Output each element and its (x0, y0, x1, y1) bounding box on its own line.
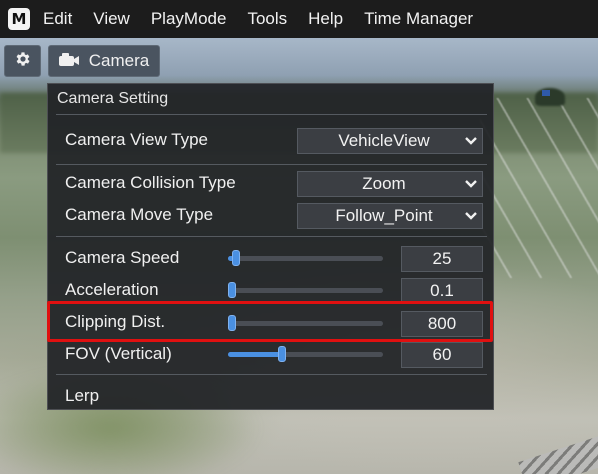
slider-handle[interactable] (228, 282, 236, 298)
panel-title: Camera Setting (57, 90, 169, 107)
viewport-tree (535, 88, 565, 106)
fov-vertical-input[interactable]: 60 (401, 342, 483, 368)
chevron-down-icon (460, 212, 482, 220)
gear-icon (14, 50, 32, 72)
camera-setting-panel: Camera Setting Camera View Type VehicleV… (47, 83, 494, 410)
camera-speed-input[interactable]: 25 (401, 246, 483, 272)
camera-speed-label: Camera Speed (65, 248, 180, 267)
slider-handle[interactable] (278, 346, 286, 362)
camera-button-label: Camera (88, 51, 150, 70)
camera-collision-type-label: Camera Collision Type (65, 173, 236, 192)
divider (56, 374, 487, 375)
camera-button[interactable]: Camera (48, 45, 160, 77)
camera-speed-slider[interactable] (228, 250, 383, 266)
viewport-guard-rail (518, 425, 598, 474)
divider (56, 114, 487, 115)
camera-collision-type-dropdown[interactable]: Zoom (297, 171, 483, 197)
app-logo[interactable]: M (8, 8, 30, 30)
fov-vertical-slider[interactable] (228, 346, 383, 362)
camera-icon (58, 51, 79, 71)
menu-edit[interactable]: Edit (43, 9, 72, 29)
acceleration-label: Acceleration (65, 280, 159, 299)
fov-vertical-label: FOV (Vertical) (65, 344, 172, 363)
slider-fill (228, 352, 282, 357)
menu-bar: M Edit View PlayMode Tools Help Time Man… (0, 0, 598, 38)
menu-help[interactable]: Help (308, 9, 343, 29)
camera-move-type-value: Follow_Point (335, 206, 433, 225)
chevron-down-icon (460, 180, 482, 188)
menu-playmode[interactable]: PlayMode (151, 9, 227, 29)
divider (56, 164, 487, 165)
highlight-box (47, 301, 493, 342)
camera-view-type-value: VehicleView (338, 131, 430, 150)
menu-view[interactable]: View (93, 9, 130, 29)
camera-move-type-label: Camera Move Type (65, 205, 214, 224)
menu-tools[interactable]: Tools (247, 9, 287, 29)
camera-move-type-dropdown[interactable]: Follow_Point (297, 203, 483, 229)
divider (56, 236, 487, 237)
camera-view-type-dropdown[interactable]: VehicleView (297, 128, 483, 154)
menu-time-manager[interactable]: Time Manager (364, 9, 473, 29)
settings-button[interactable] (4, 45, 41, 77)
camera-collision-type-value: Zoom (362, 174, 406, 193)
lerp-label[interactable]: Lerp (65, 386, 99, 406)
viewport-road-markings (480, 98, 598, 278)
chevron-down-icon (460, 137, 482, 145)
acceleration-slider[interactable] (228, 282, 383, 298)
camera-view-type-label: Camera View Type (65, 130, 208, 149)
viewport-flag (542, 90, 550, 96)
slider-handle[interactable] (232, 250, 240, 266)
